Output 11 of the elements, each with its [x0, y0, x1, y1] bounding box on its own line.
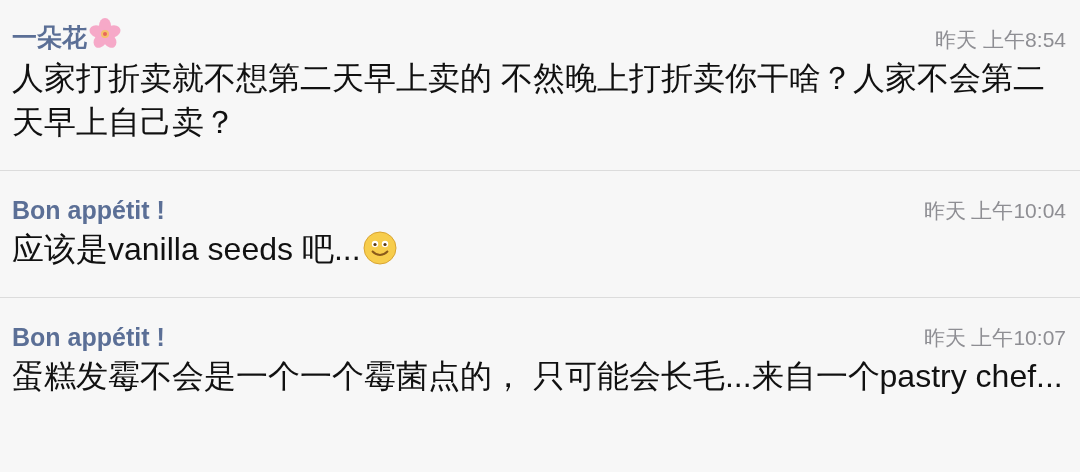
timestamp: 昨天 上午10:04 — [923, 198, 1066, 224]
flower-icon — [89, 18, 121, 50]
timestamp: 昨天 上午8:54 — [935, 27, 1066, 53]
smiley-icon — [362, 231, 397, 265]
comment-text: 应该是vanilla seeds 吧... — [12, 231, 361, 267]
author-name[interactable]: Bon appétit ! — [12, 323, 165, 351]
timestamp: 昨天 上午10:07 — [923, 325, 1066, 351]
comment-text: 人家打折卖就不想第二天早上卖的 不然晚上打折卖你干啥？人家不会第二天早上自己卖？ — [12, 60, 1045, 140]
author-name[interactable]: Bon appétit ! — [12, 196, 165, 224]
comment-text: 蛋糕发霉不会是一个一个霉菌点的， 只可能会长毛...来自一个pastry chef... — [12, 358, 1063, 394]
author-name[interactable]: 一朵花 — [12, 23, 87, 51]
